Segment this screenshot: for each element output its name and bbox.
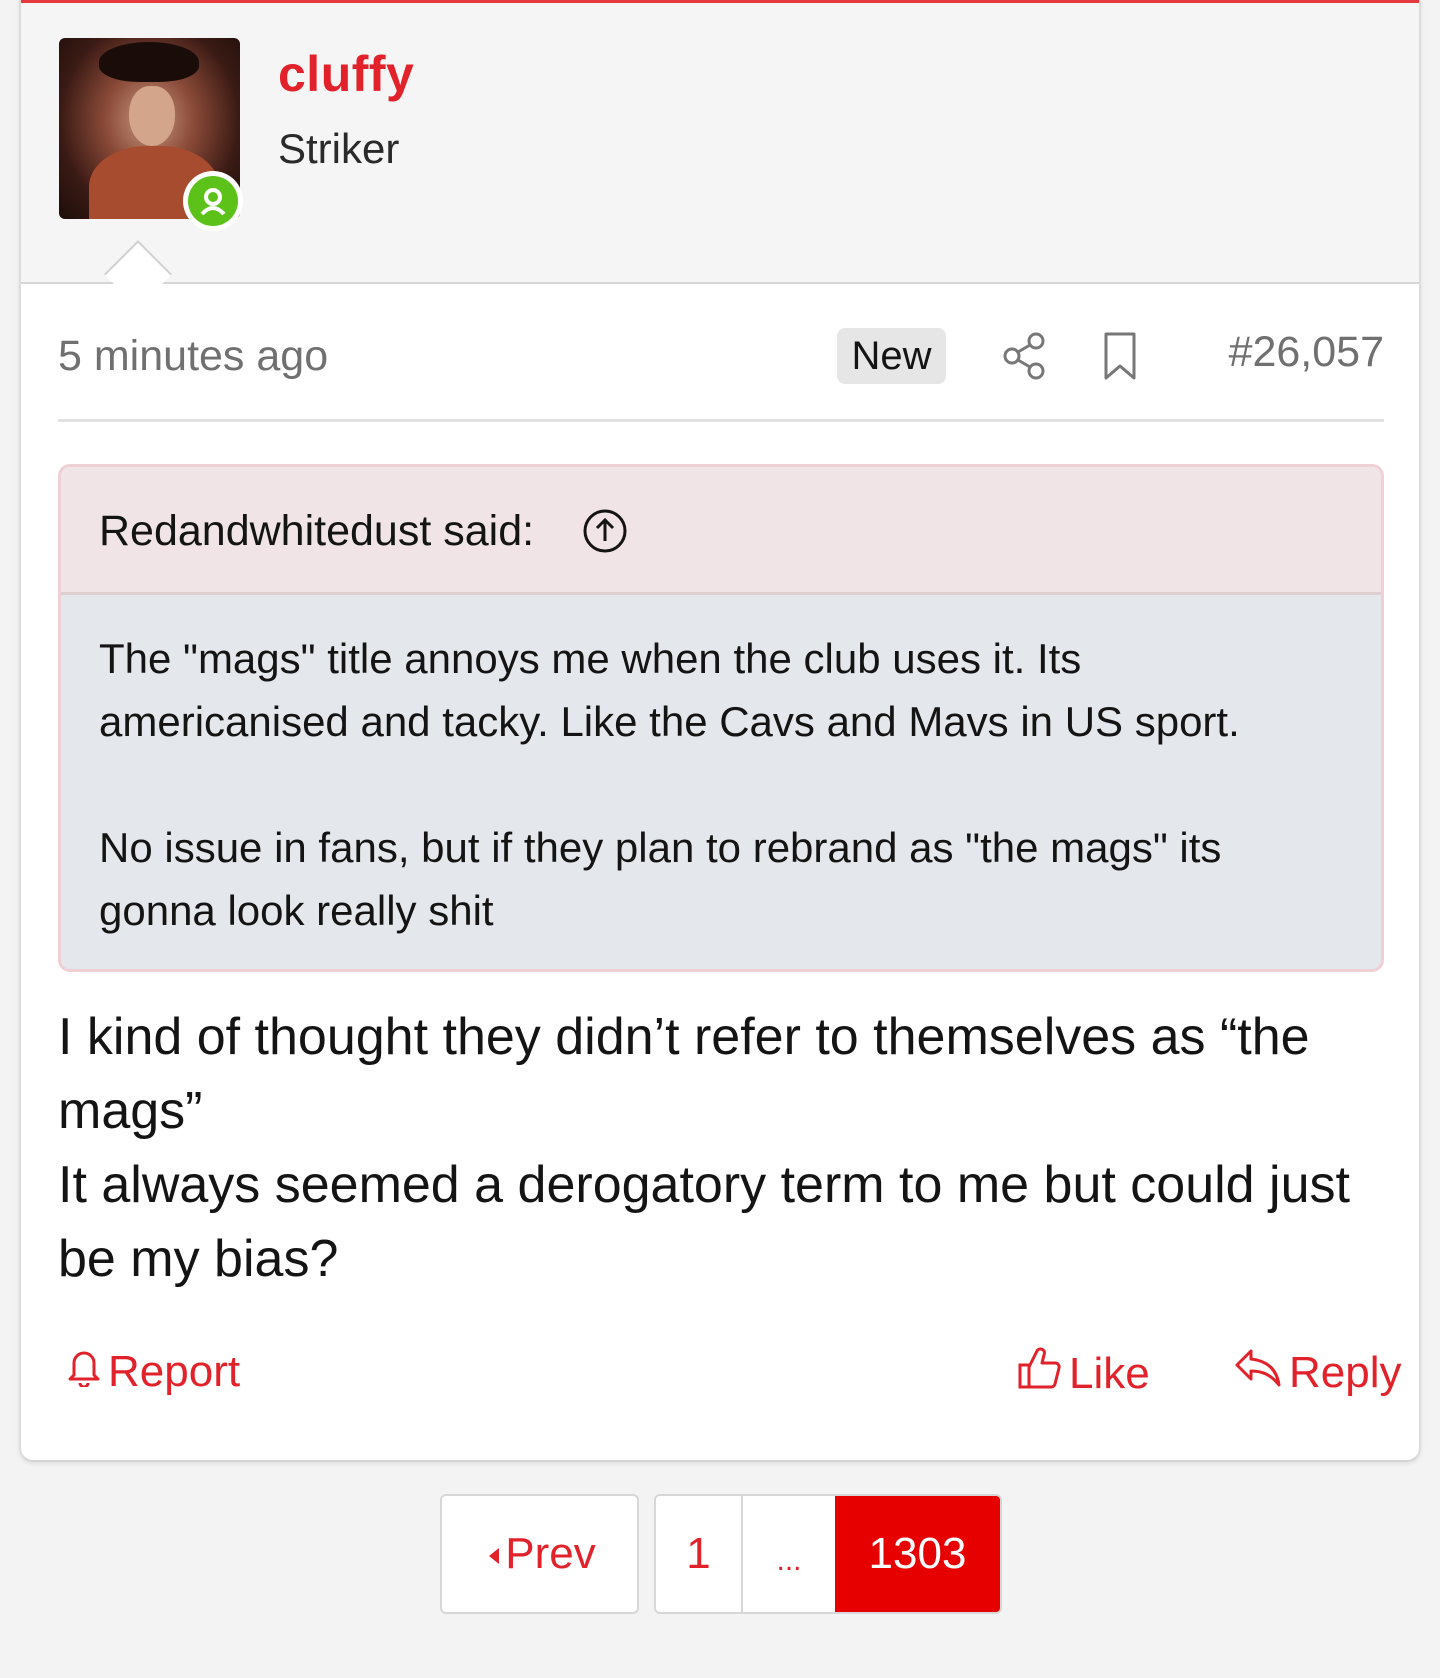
- page-number-group: 1 ... 1303: [654, 1494, 1002, 1614]
- avatar-face-shape: [129, 86, 175, 146]
- user-title: Striker: [278, 125, 400, 172]
- page-jump-ellipsis[interactable]: ...: [743, 1496, 835, 1612]
- like-label: Like: [1069, 1348, 1150, 1398]
- share-icon[interactable]: [1000, 330, 1048, 382]
- thumbs-up-icon: [1017, 1345, 1069, 1402]
- page-link-first[interactable]: 1: [656, 1496, 743, 1612]
- reply-arrow-icon: [1233, 1345, 1289, 1400]
- reply-label: Reply: [1289, 1347, 1402, 1397]
- quote-author[interactable]: Redandwhitedust said:: [99, 507, 534, 556]
- post-timestamp[interactable]: 5 minutes ago: [58, 332, 328, 381]
- post-message: I kind of thought they didn’t refer to t…: [58, 1000, 1388, 1296]
- avatar-hat-shape: [99, 42, 199, 82]
- like-button[interactable]: Like: [1017, 1345, 1150, 1402]
- quote-paragraph: No issue in fans, but if they plan to re…: [99, 824, 1222, 934]
- online-user-icon: [188, 176, 238, 226]
- online-status-badge: [183, 171, 243, 231]
- quote-content: The "mags" title annoys me when the club…: [99, 627, 1321, 942]
- message-line: I kind of thought they didn’t refer to t…: [58, 1008, 1310, 1140]
- post-actions: Report Like Reply: [58, 1345, 1402, 1415]
- report-label: Report: [108, 1346, 241, 1396]
- forum-post: cluffy Striker 5 minutes ago New #26,057…: [19, 0, 1421, 1462]
- pagination: Prev 1 ... 1303: [440, 1494, 1002, 1614]
- post-number-link[interactable]: #26,057: [1229, 328, 1384, 377]
- quote-block: Redandwhitedust said: The "mags" title a…: [58, 464, 1384, 972]
- bell-icon: [66, 1345, 108, 1398]
- new-badge: New: [837, 328, 946, 384]
- bookmark-icon[interactable]: [1098, 330, 1142, 382]
- message-line: It always seemed a derogatory term to me…: [58, 1156, 1350, 1288]
- prev-page-button[interactable]: Prev: [440, 1494, 639, 1614]
- user-header: cluffy Striker: [21, 3, 1419, 284]
- prev-label: Prev: [505, 1529, 596, 1578]
- report-button[interactable]: Report: [66, 1345, 240, 1398]
- username-link[interactable]: cluffy: [278, 45, 414, 103]
- reply-button[interactable]: Reply: [1233, 1345, 1402, 1400]
- quote-paragraph: The "mags" title annoys me when the club…: [99, 635, 1240, 745]
- page-current: 1303: [835, 1496, 1000, 1612]
- caret-left-icon: [483, 1529, 505, 1579]
- quote-header[interactable]: Redandwhitedust said:: [61, 467, 1381, 595]
- arrow-up-circle-icon[interactable]: [581, 507, 629, 555]
- post-meta-row: 5 minutes ago New #26,057: [58, 302, 1384, 422]
